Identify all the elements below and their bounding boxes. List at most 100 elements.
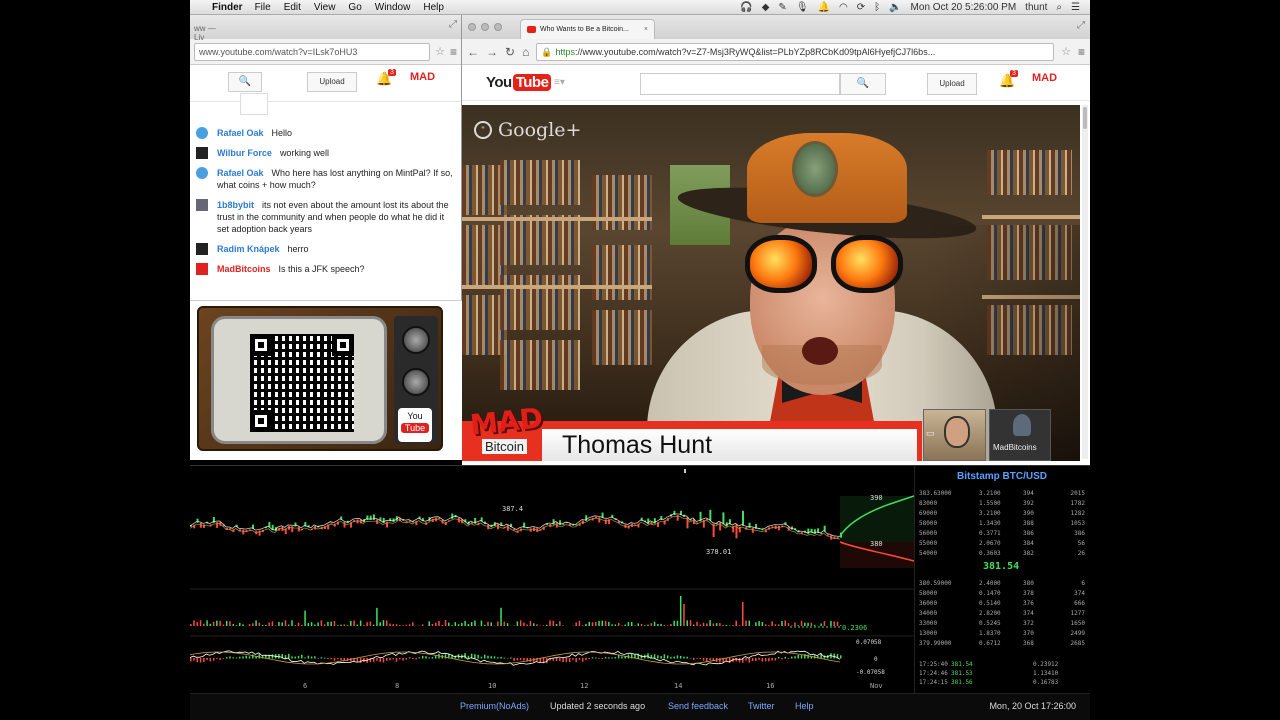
oscillator-bar (568, 658, 571, 662)
oscillator-bar (330, 658, 332, 660)
back-icon[interactable]: ← (467, 45, 479, 59)
zoom-window-icon[interactable] (494, 23, 502, 31)
fullscreen-icon[interactable]: ⤢ (449, 19, 457, 30)
browser-menu-icon[interactable]: ≡ (1078, 45, 1085, 59)
send-feedback-link[interactable]: Send feedback (668, 701, 728, 711)
menu-clock[interactable]: Mon Oct 20 5:26:00 PM (911, 2, 1017, 13)
volume-bar (644, 625, 646, 626)
browser-menu-icon[interactable]: ≡ (450, 45, 457, 59)
menu-go[interactable]: Go (348, 2, 361, 13)
oscillator-bar (706, 658, 708, 662)
home-icon[interactable]: ⌂ (522, 45, 529, 59)
chat-author[interactable]: Wilbur Force (217, 148, 272, 158)
notification-center-icon[interactable]: ☰ (1071, 2, 1080, 13)
help-link[interactable]: Help (795, 701, 814, 711)
order-book-cell: 2015 (1070, 490, 1085, 497)
shelf-board (462, 217, 652, 221)
oscillator-bar (761, 658, 764, 662)
order-book-row: 56000 0.3771 386 386 (919, 530, 1087, 540)
price-candle (742, 510, 745, 526)
main-address-bar[interactable]: 🔒 https://www.youtube.com/watch?v=Z7-Msj3… (536, 42, 1055, 61)
menu-view[interactable]: View (314, 2, 336, 13)
oscillator-bar (196, 658, 199, 663)
qr-tv-widget: You Tube (190, 300, 462, 460)
volume-bar (434, 622, 437, 626)
left-tab-bar: ww — Liv ⤢ (190, 15, 461, 42)
chat-author[interactable]: Rafael Oak (217, 168, 264, 178)
forward-icon[interactable]: → (486, 45, 498, 59)
chat-avatar[interactable] (196, 199, 208, 211)
oscillator-bar (304, 657, 306, 659)
left-search-icon[interactable]: 🔍 (228, 72, 262, 92)
youtube-search-input[interactable] (640, 73, 840, 95)
chat-avatar[interactable] (196, 167, 208, 179)
participant-thumbnail[interactable]: ▭ (923, 409, 986, 461)
participant-thumbnail[interactable]: MadBitcoins (989, 409, 1051, 461)
order-book-cell: 6 (1081, 580, 1085, 587)
chat-avatar[interactable] (196, 263, 208, 275)
dropbox-icon[interactable]: ◆ (762, 2, 770, 13)
channel-avatar[interactable]: MAD (1032, 73, 1057, 84)
oscillator-bar (428, 657, 430, 659)
oscillator-bar (392, 658, 395, 660)
left-address-bar[interactable]: www.youtube.com/watch?v=ILsk7oHU3 (194, 42, 431, 61)
volume-icon[interactable]: 🔈 (889, 2, 901, 13)
left-tab[interactable]: ww — Liv (190, 19, 230, 42)
tab-close-icon[interactable]: × (644, 26, 648, 33)
main-tab[interactable]: Who Wants to Be a Bitcoin... × (520, 19, 655, 39)
volume-bar (555, 623, 558, 626)
chat-avatar[interactable] (196, 243, 208, 255)
bluetooth-icon[interactable]: ᛒ (874, 2, 880, 13)
recent-trade-cell: 381.54 (951, 661, 973, 668)
price-chart-svg[interactable]: 387.4 378.01 390 380 0.2306 0.07058 0 -0.07058 6… (190, 466, 914, 694)
volume-bar (699, 624, 702, 626)
upload-button[interactable]: Upload (927, 73, 977, 95)
chat-author[interactable]: 1b8bybit (217, 200, 254, 210)
menu-file[interactable]: File (255, 2, 271, 13)
oscillator-bar (229, 656, 231, 659)
price-candle (356, 519, 359, 524)
headphones-icon[interactable]: 🎧 (740, 2, 752, 13)
chat-message: Radim Knápek herro (196, 243, 456, 255)
qr-finder-pattern (332, 334, 354, 356)
volume-bar (268, 622, 270, 626)
chat-avatar[interactable] (196, 147, 208, 159)
chat-author[interactable]: Rafael Oak (217, 128, 264, 138)
guide-menu-icon[interactable]: ≡▾ (554, 77, 565, 88)
reload-icon[interactable]: ↻ (505, 45, 515, 59)
menu-bar-tray: 🎧 ◆ ✎ 🎙 🔔 ◠ ⟳ ᛒ 🔈 Mon Oct 20 5:26:00 PM … (740, 2, 1090, 13)
close-window-icon[interactable] (468, 23, 476, 31)
mic-icon[interactable]: 🎙 (796, 2, 809, 13)
evernote-icon[interactable]: ✎ (778, 2, 786, 13)
video-player[interactable]: " Google+ Thomas Hunt MAD Bitcoin ▭ MadB… (462, 105, 1080, 461)
menu-window[interactable]: Window (375, 2, 411, 13)
order-book-cell: 374 (1023, 610, 1034, 617)
youtube-logo[interactable]: You Tube (486, 74, 552, 91)
sync-icon[interactable]: ⟳ (857, 2, 865, 13)
premium-link[interactable]: Premium(NoAds) (460, 701, 529, 711)
left-channel-avatar[interactable]: MAD (410, 72, 435, 83)
menu-help[interactable]: Help (423, 2, 444, 13)
recent-trade-row: 17:24:46 381.53 1.13410 (919, 670, 1087, 679)
order-book-cell: 388 (1023, 520, 1034, 527)
volume-bar (546, 624, 548, 626)
chat-author[interactable]: Radim Knápek (217, 244, 280, 254)
youtube-search-button[interactable]: 🔍 (840, 73, 886, 95)
volume-bar (261, 624, 264, 626)
chat-avatar[interactable] (196, 127, 208, 139)
bookmark-star-icon[interactable]: ☆ (435, 45, 445, 58)
minimize-window-icon[interactable] (481, 23, 489, 31)
spotlight-icon[interactable]: ⌕ (1056, 2, 1062, 13)
twitter-link[interactable]: Twitter (748, 701, 775, 711)
page-scrollbar[interactable] (1082, 105, 1088, 459)
left-upload-button[interactable]: Upload (307, 72, 357, 92)
volume-bar (516, 621, 519, 626)
chat-author[interactable]: MadBitcoins (217, 264, 271, 274)
bookmark-star-icon[interactable]: ☆ (1061, 45, 1071, 58)
menu-app-name[interactable]: Finder (212, 2, 243, 13)
bell-icon[interactable]: 🔔 (818, 2, 830, 13)
menu-edit[interactable]: Edit (284, 2, 301, 13)
fullscreen-icon[interactable]: ⤢ (1077, 20, 1085, 31)
menu-user[interactable]: thunt (1025, 2, 1047, 13)
wifi-icon[interactable]: ◠ (839, 2, 848, 13)
